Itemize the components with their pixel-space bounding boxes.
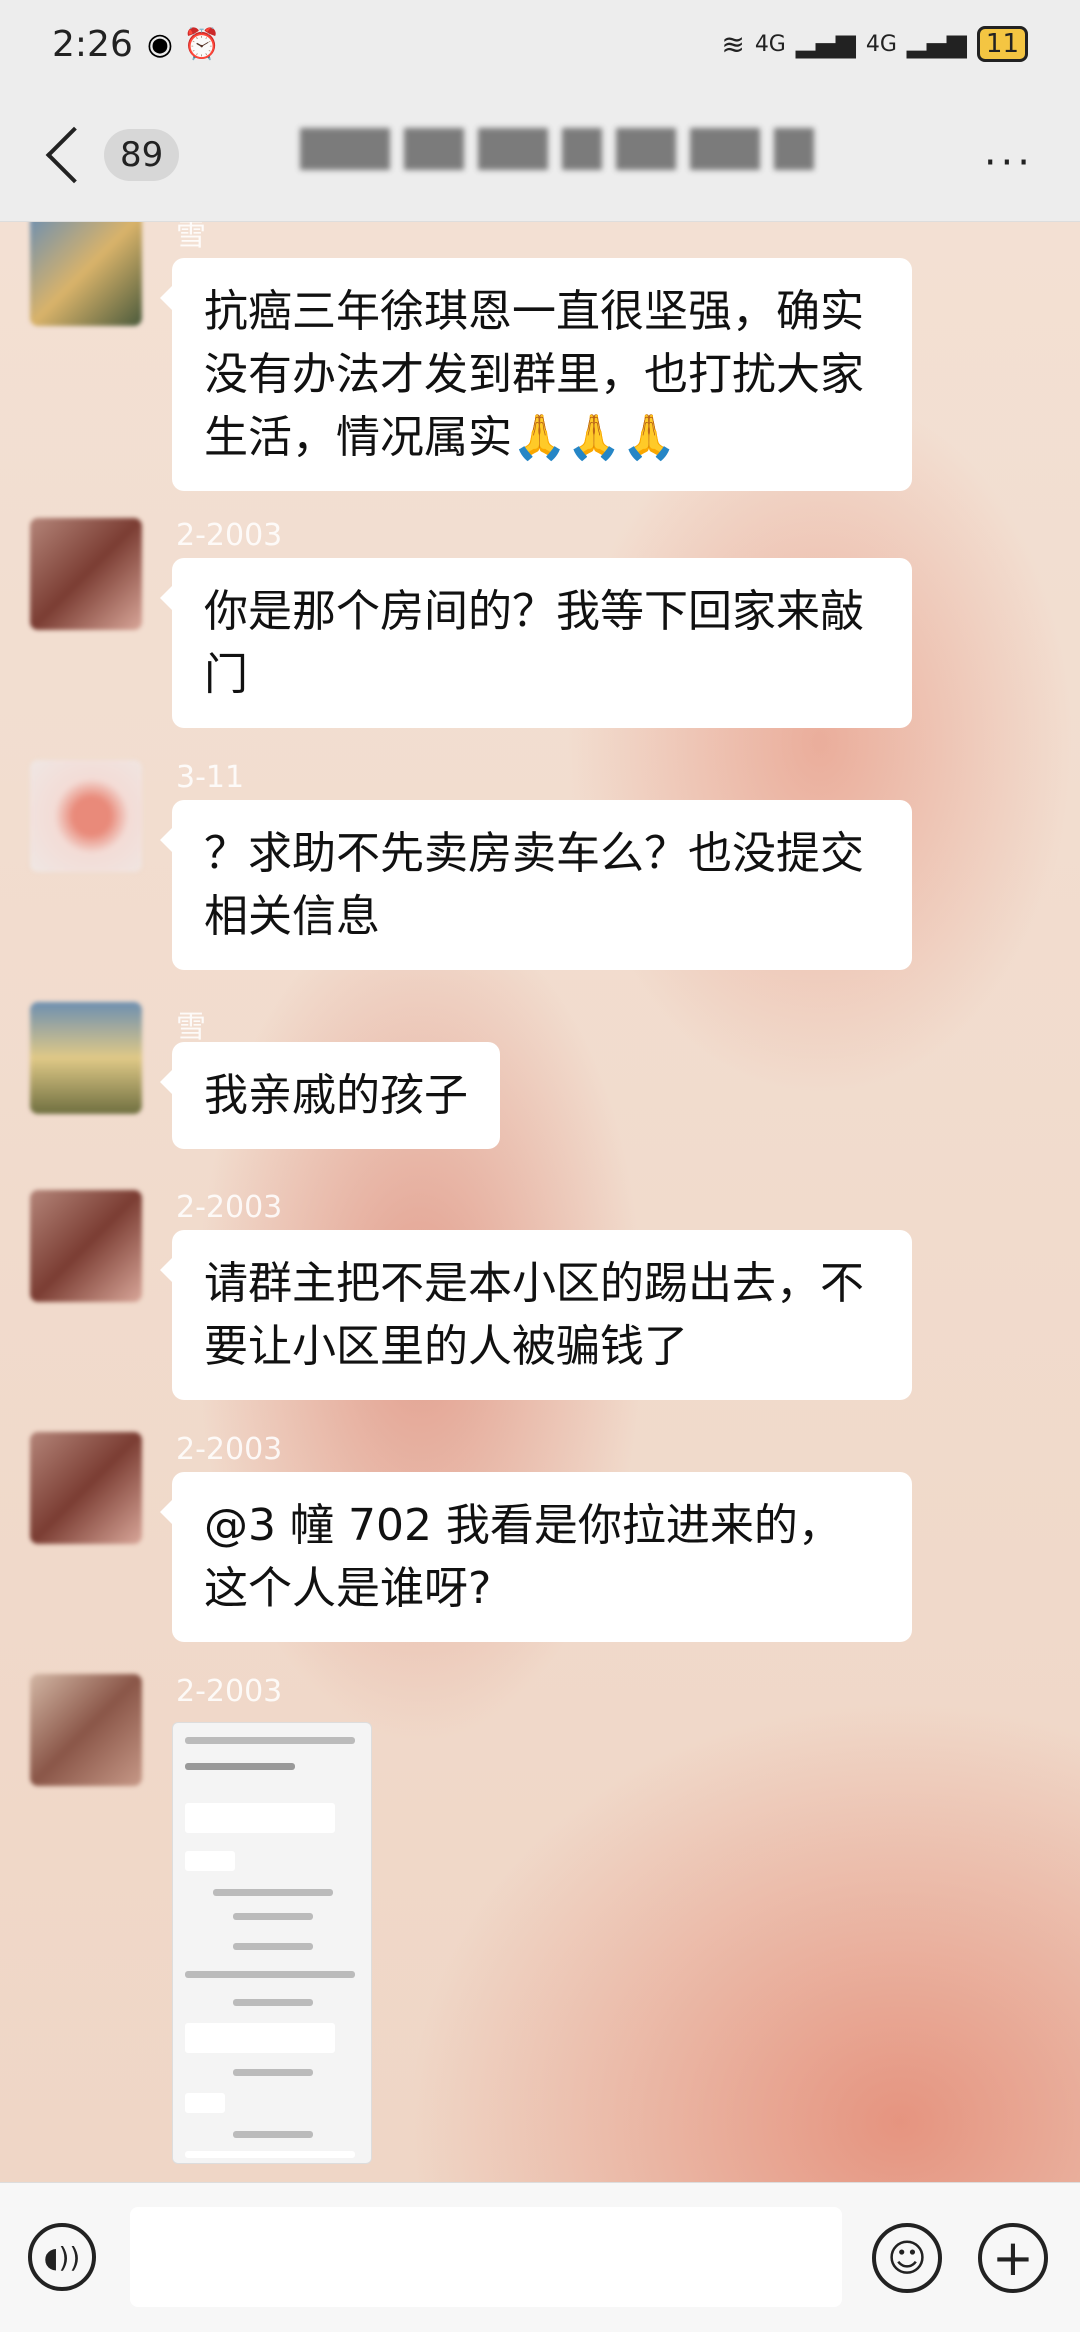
sender-name: 2-2003	[176, 518, 283, 553]
wifi-icon: ≋	[721, 27, 745, 61]
message-list[interactable]: 雪 抗癌三年徐琪恩一直很坚强，确实没有办法才发到群里，也打扰大家生活，情况属实🙏…	[0, 222, 1080, 2182]
avatar[interactable]	[30, 1190, 142, 1302]
signal-icon: ▂▄▆	[795, 29, 856, 59]
message-bubble[interactable]: 我亲戚的孩子	[160, 1042, 500, 1149]
sender-name: 雪	[176, 222, 206, 253]
avatar[interactable]	[30, 760, 142, 872]
message-input[interactable]	[130, 2207, 842, 2307]
avatar[interactable]	[30, 518, 142, 630]
avatar[interactable]	[30, 222, 142, 326]
message-bubble[interactable]: 你是那个房间的？我等下回家来敲门	[160, 558, 912, 728]
chat-header: 89 ···	[0, 88, 1080, 222]
message-bubble[interactable]: 抗癌三年徐琪恩一直很坚强，确实没有办法才发到群里，也打扰大家生活，情况属实🙏🙏🙏	[160, 258, 912, 491]
chat-title-pixelated	[300, 128, 814, 170]
emoji-icon[interactable]: ☺	[872, 2223, 942, 2293]
sender-name: 2-2003	[176, 1432, 283, 1467]
voice-icon[interactable]: ◖))	[28, 2223, 96, 2291]
message-bubble[interactable]: 请群主把不是本小区的踢出去，不要让小区里的人被骗钱了	[160, 1230, 912, 1400]
eye-icon: ◉	[146, 26, 174, 62]
status-time: 2:26	[52, 23, 133, 65]
battery-level: 11	[976, 26, 1028, 62]
sender-name: 2-2003	[176, 1190, 283, 1225]
message-bubble[interactable]: ？求助不先卖房卖车么？也没提交相关信息	[160, 800, 912, 970]
image-message-thumbnail[interactable]	[172, 1722, 372, 2164]
network-label-2: 4G	[865, 31, 897, 57]
sender-name: 2-2003	[176, 1674, 283, 1709]
network-label: 4G	[754, 31, 786, 57]
alarm-icon: ⏰	[183, 26, 221, 62]
message-bubble[interactable]: @3 幢 702 我看是你拉进来的，这个人是谁呀?	[160, 1472, 912, 1642]
status-bar: 2:26 ◉ ⏰ ≋ 4G ▂▄▆ 4G ▂▄▆ 11	[0, 0, 1080, 88]
input-bar: ◖)) ☺ +	[0, 2182, 1080, 2332]
avatar[interactable]	[30, 1002, 142, 1114]
plus-icon[interactable]: +	[978, 2223, 1048, 2293]
avatar[interactable]	[30, 1674, 142, 1786]
sender-name: 雪	[176, 1010, 206, 1045]
signal-icon-2: ▂▄▆	[906, 29, 967, 59]
avatar[interactable]	[30, 1432, 142, 1544]
back-arrow-icon[interactable]	[45, 126, 103, 183]
sender-name: 3-11	[176, 760, 245, 795]
unread-count-badge[interactable]: 89	[104, 128, 180, 181]
more-options-icon[interactable]: ···	[984, 140, 1034, 186]
